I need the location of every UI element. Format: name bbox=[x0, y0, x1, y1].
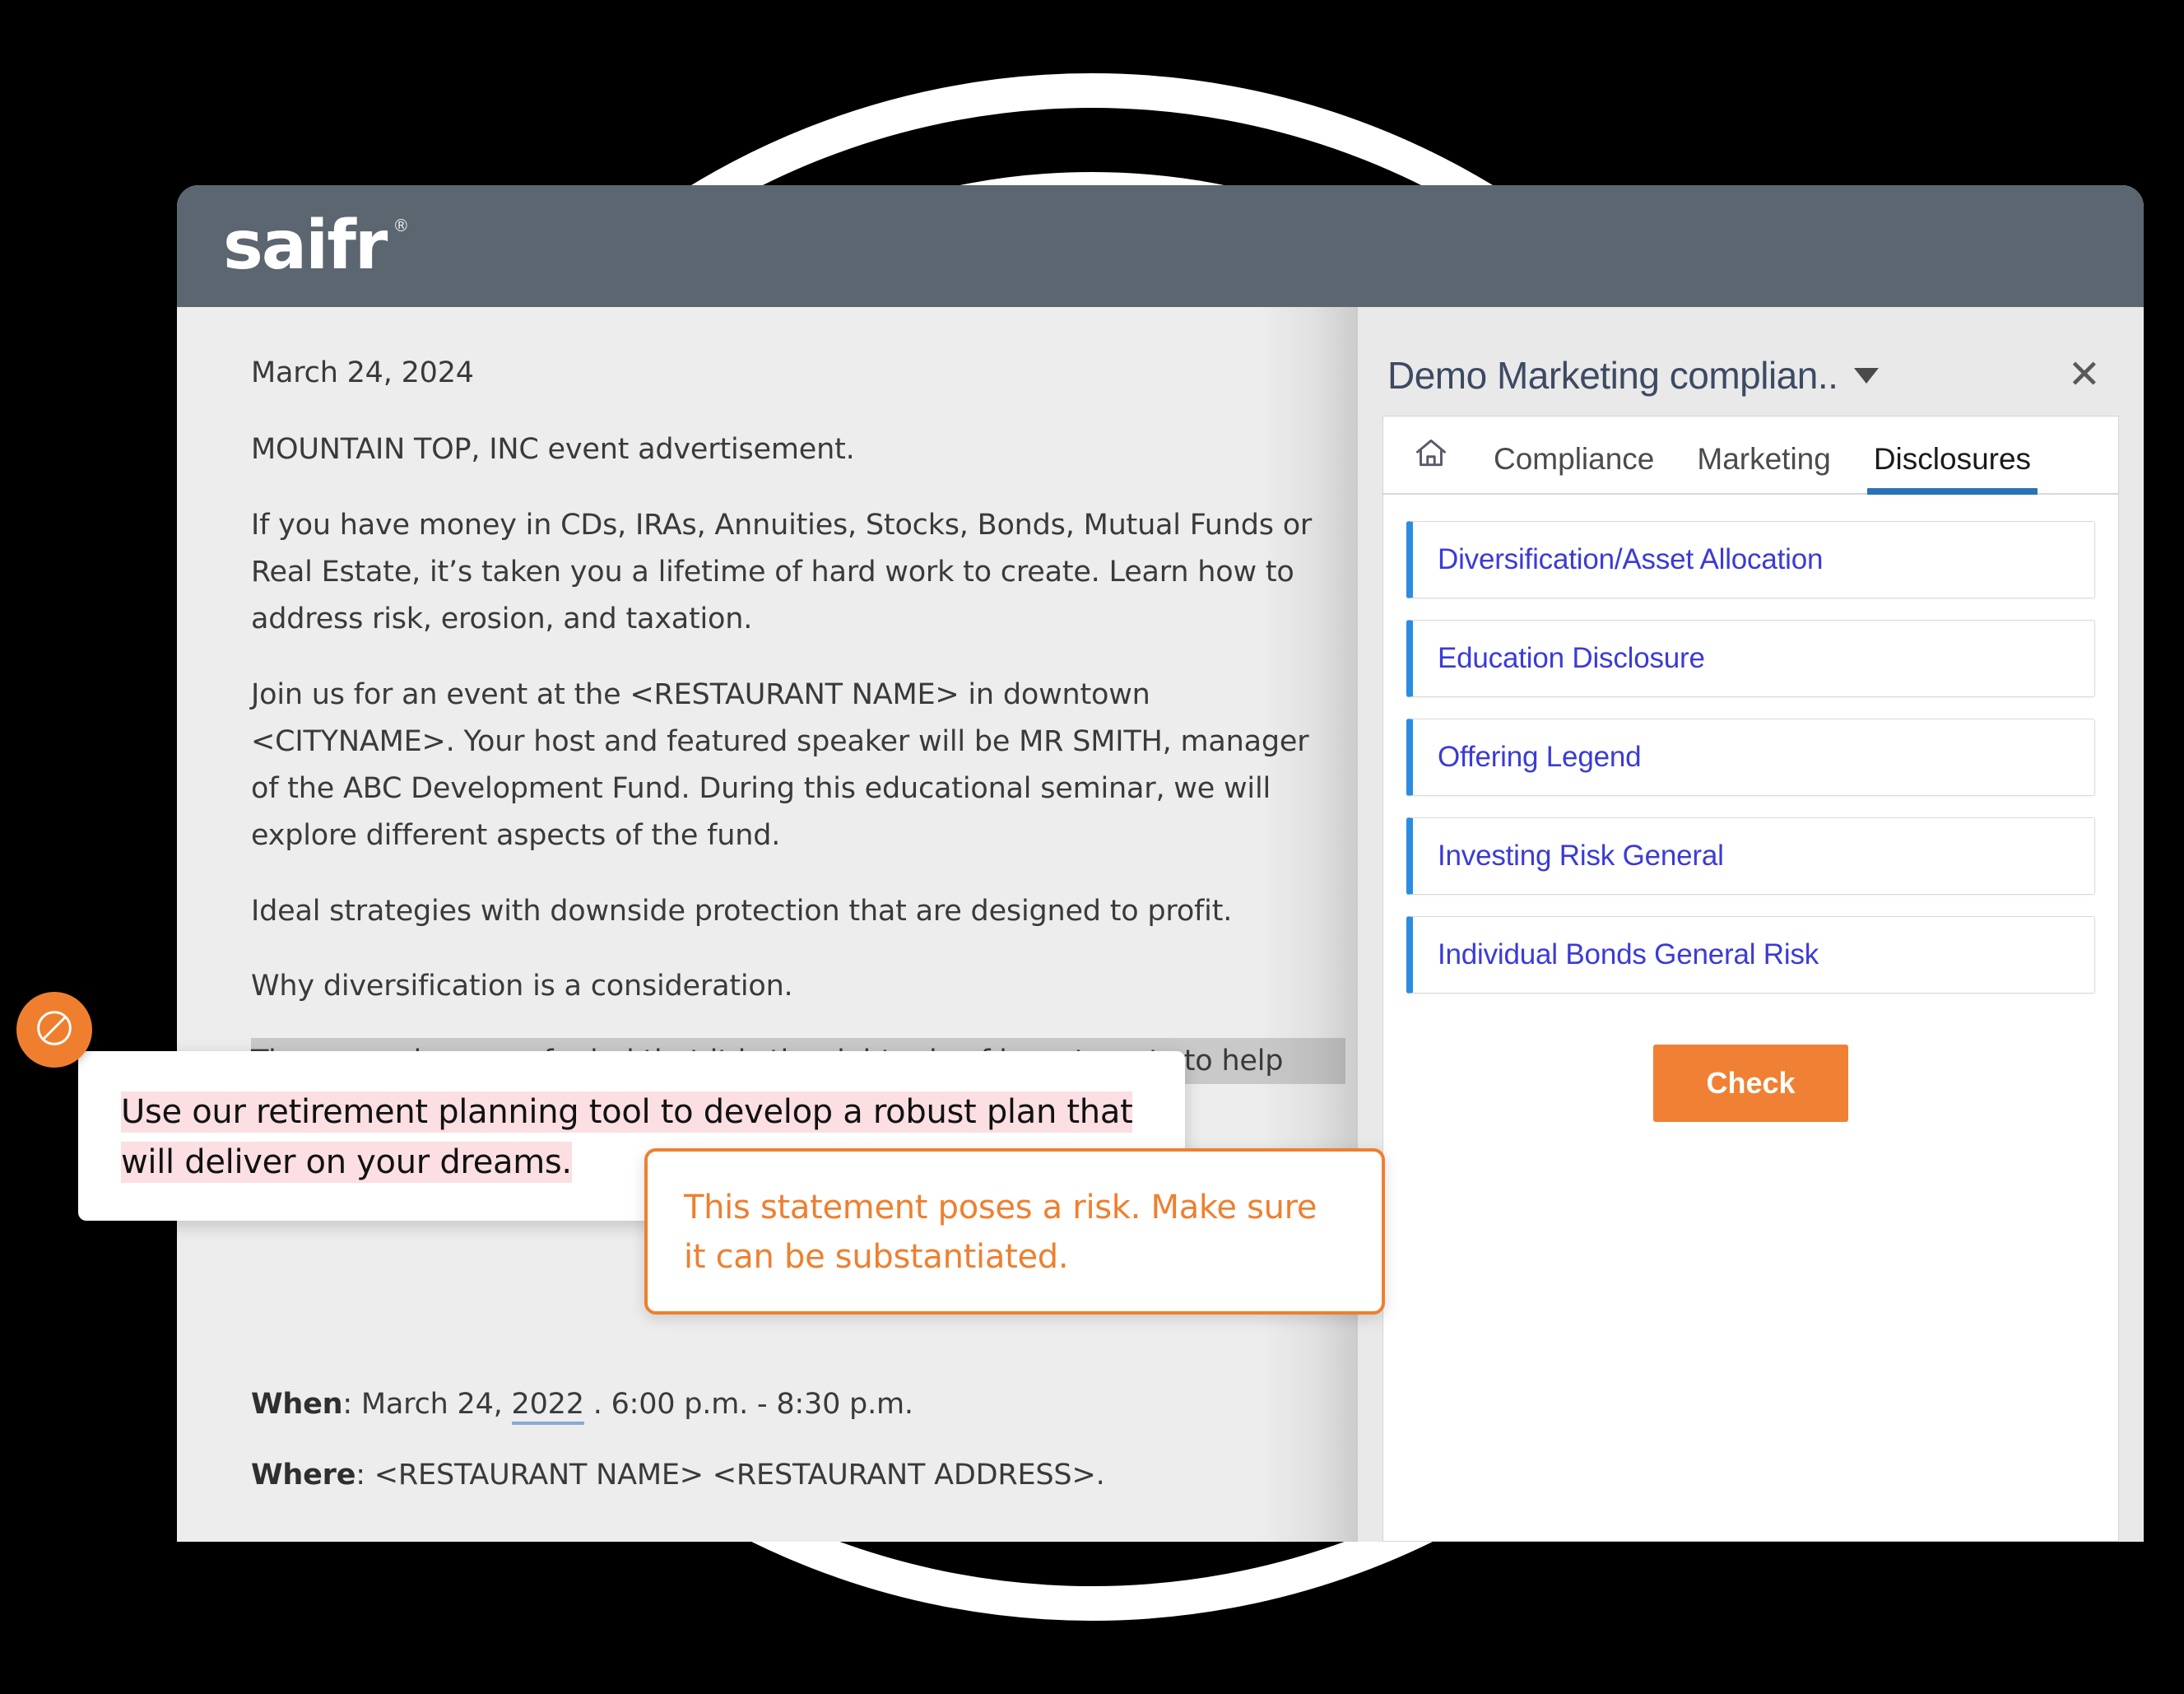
when-year-flagged: 2022 bbox=[511, 1387, 584, 1425]
prohibited-icon bbox=[32, 1006, 77, 1054]
document-pane[interactable]: March 24, 2024 MOUNTAIN TOP, INC event a… bbox=[177, 307, 1358, 1542]
check-button[interactable]: Check bbox=[1653, 1045, 1848, 1122]
document-subject: MOUNTAIN TOP, INC event advertisement. bbox=[251, 432, 855, 466]
document-paragraph-1: If you have money in CDs, IRAs, Annuitie… bbox=[251, 509, 1313, 635]
risk-badge[interactable] bbox=[16, 992, 92, 1068]
disclosure-item[interactable]: Education Disclosure bbox=[1406, 620, 2095, 697]
disclosure-item-label: Investing Risk General bbox=[1438, 840, 1724, 872]
app-header: saifr ® bbox=[177, 185, 2144, 307]
tab-disclosures[interactable]: Disclosures bbox=[1852, 442, 2052, 495]
saifr-logo: saifr ® bbox=[223, 212, 409, 280]
disclosure-item-label: Offering Legend bbox=[1438, 741, 1642, 773]
when-value-post: . 6:00 p.m. - 8:30 p.m. bbox=[583, 1387, 913, 1421]
disclosure-list: Diversification/Asset Allocation Educati… bbox=[1383, 495, 2118, 1122]
document-when-line: When: March 24, 2022 . 6:00 p.m. - 8:30 … bbox=[251, 1381, 1341, 1428]
check-button-row: Check bbox=[1406, 1015, 2095, 1122]
chevron-down-icon[interactable] bbox=[1854, 367, 1880, 384]
disclosure-item-label: Education Disclosure bbox=[1438, 642, 1705, 674]
document-paragraph-2: Join us for an event at the <RESTAURANT … bbox=[251, 678, 1309, 852]
disclosure-item[interactable]: Individual Bonds General Risk bbox=[1406, 916, 2095, 994]
panel-tabbar: Compliance Marketing Disclosures bbox=[1383, 417, 2118, 495]
risk-tooltip: This statement poses a risk. Make sure i… bbox=[644, 1148, 1385, 1315]
document-where-line: Where: <RESTAURANT NAME> <RESTAURANT ADD… bbox=[251, 1452, 1341, 1499]
panel-titlebar: Demo Marketing complian.. ✕ bbox=[1382, 335, 2119, 416]
screenshot-root: saifr ® March 24, 2024 MOUNTAIN TOP, INC… bbox=[0, 0, 2184, 1694]
risk-tooltip-text: This statement poses a risk. Make sure i… bbox=[684, 1189, 1317, 1276]
when-value-pre: : March 24, bbox=[342, 1387, 512, 1421]
logo-text: saifr bbox=[223, 207, 388, 285]
disclosure-item[interactable]: Investing Risk General bbox=[1406, 817, 2095, 895]
tab-marketing[interactable]: Marketing bbox=[1675, 442, 1852, 493]
disclosure-item-label: Diversification/Asset Allocation bbox=[1438, 543, 1824, 575]
panel-card: Compliance Marketing Disclosures Diversi… bbox=[1382, 416, 2119, 1542]
tab-compliance[interactable]: Compliance bbox=[1472, 442, 1675, 493]
disclosure-item[interactable]: Diversification/Asset Allocation bbox=[1406, 521, 2095, 598]
registered-trademark-icon: ® bbox=[393, 216, 409, 235]
where-value: : <RESTAURANT NAME> <RESTAURANT ADDRESS>… bbox=[355, 1459, 1105, 1492]
app-body: March 24, 2024 MOUNTAIN TOP, INC event a… bbox=[177, 307, 2144, 1542]
home-icon bbox=[1413, 435, 1449, 475]
disclosure-item[interactable]: Offering Legend bbox=[1406, 719, 2095, 796]
where-label: Where bbox=[251, 1459, 356, 1492]
close-icon[interactable]: ✕ bbox=[2061, 356, 2107, 395]
app-window: saifr ® March 24, 2024 MOUNTAIN TOP, INC… bbox=[177, 185, 2144, 1542]
tab-home[interactable] bbox=[1405, 435, 1472, 493]
disclosure-item-label: Individual Bonds General Risk bbox=[1438, 938, 1819, 970]
when-label: When bbox=[251, 1387, 343, 1421]
document-paragraph-4: Why diversification is a consideration. bbox=[251, 969, 793, 1003]
document-event-details: When: March 24, 2022 . 6:00 p.m. - 8:30 … bbox=[251, 1381, 1354, 1499]
compliance-side-panel: Demo Marketing complian.. ✕ Compliance M… bbox=[1358, 307, 2144, 1542]
document-date: March 24, 2024 bbox=[251, 356, 474, 389]
panel-title: Demo Marketing complian.. bbox=[1387, 354, 1838, 397]
document-paragraph-3: Ideal strategies with downside protectio… bbox=[251, 895, 1233, 928]
